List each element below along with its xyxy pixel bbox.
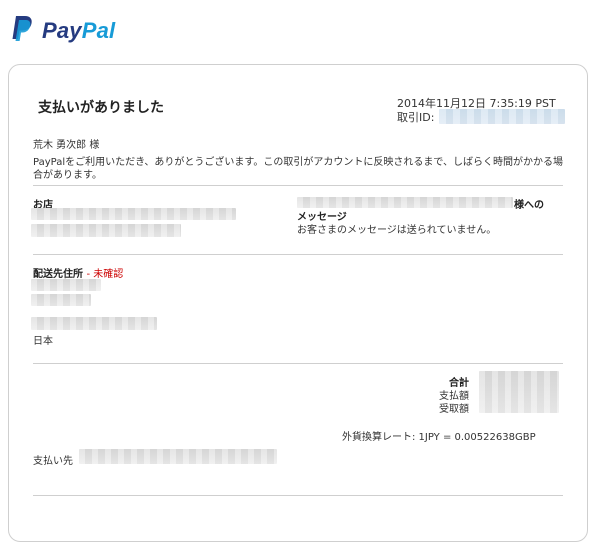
wordmark-pay: Pay <box>42 18 82 43</box>
message-to-suffix: 様への <box>514 200 544 211</box>
shipping-country: 日本 <box>33 336 53 347</box>
pay-to-redacted <box>79 449 277 464</box>
transaction-id-redacted <box>439 109 565 124</box>
divider-3 <box>33 363 563 364</box>
shipping-address-heading: 配送先住所 - 未確認 <box>33 265 123 280</box>
paypal-wordmark: PayPal <box>42 18 115 44</box>
store-info-redacted-2 <box>31 224 181 237</box>
transaction-id-row: 取引ID: <box>397 109 434 125</box>
amounts-redacted <box>479 371 559 413</box>
transaction-id-label: 取引ID: <box>397 111 435 124</box>
divider-2 <box>33 254 563 255</box>
receipt-title: 支払いがありました <box>38 100 164 116</box>
message-text: お客さまのメッセージは送られていません。 <box>297 225 497 236</box>
exchange-rate: 外貨換算レート: 1JPY = 0.00522638GBP <box>342 432 536 443</box>
wordmark-pal: Pal <box>81 18 116 43</box>
shipping-address-redacted-3 <box>31 317 157 330</box>
store-info-redacted-1 <box>31 208 236 220</box>
notice-text: PayPalをご利用いただき、ありがとうございます。この取引がアカウントに反映さ… <box>33 157 564 181</box>
recipient-name-redacted <box>297 197 513 208</box>
divider-4 <box>33 495 563 496</box>
shipping-address-redacted-1 <box>31 279 101 291</box>
shipping-address-redacted-2 <box>31 294 91 306</box>
divider-1 <box>33 185 563 186</box>
pay-to-label: 支払い先 <box>33 456 73 467</box>
paypal-logo-icon <box>12 16 32 41</box>
receipt-card: 支払いがありました 2014年11月12日 7:35:19 PST 取引ID: … <box>8 64 588 542</box>
customer-name: 荒木 勇次郎 様 <box>33 140 100 151</box>
received-amount-label: 受取額 <box>439 404 469 415</box>
